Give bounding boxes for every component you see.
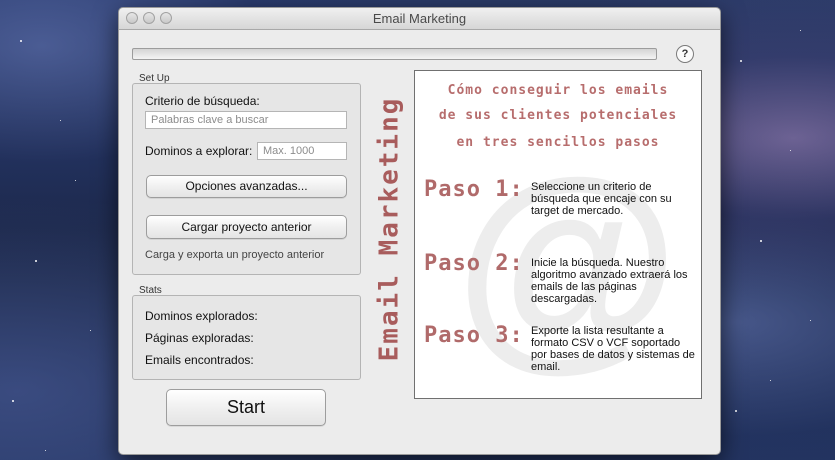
close-window-button[interactable] <box>126 12 138 24</box>
load-project-button[interactable]: Cargar proyecto anterior <box>146 215 347 239</box>
minimize-window-button[interactable] <box>143 12 155 24</box>
vertical-title-text: Email Marketing <box>374 96 404 362</box>
domains-label: Dominos a explorar: <box>145 144 253 158</box>
title-bar[interactable]: Email Marketing <box>119 8 720 30</box>
window-title: Email Marketing <box>372 11 467 26</box>
info-title-line-3: en tres sencillos pasos <box>456 135 660 150</box>
search-criteria-input[interactable] <box>145 111 347 129</box>
vertical-title: Email Marketing <box>359 68 419 390</box>
start-button[interactable]: Start <box>166 389 326 426</box>
domains-input[interactable] <box>257 142 347 160</box>
stats-emails: Emails encontrados: <box>145 353 254 367</box>
info-panel: @ Cómo conseguir los emails de sus clien… <box>414 70 702 399</box>
progress-bar <box>132 48 657 60</box>
criteria-label: Criterio de búsqueda: <box>145 94 260 108</box>
advanced-options-button[interactable]: Opciones avanzadas... <box>146 175 347 198</box>
app-window: Email Marketing ? Set Up Criterio de bús… <box>118 7 721 455</box>
info-title-line-1: Cómo conseguir los emails <box>447 83 669 98</box>
step-1-label: Paso 1: <box>424 177 524 202</box>
step-1-text: Seleccione un criterio de búsqueda que e… <box>531 181 672 217</box>
info-title-line-2: de sus clientes potenciales <box>438 108 678 123</box>
step-2-text: Inicie la búsqueda. Nuestro algoritmo av… <box>531 257 688 305</box>
stats-pages: Páginas exploradas: <box>145 331 254 345</box>
zoom-window-button[interactable] <box>160 12 172 24</box>
load-project-note: Carga y exporta un proyecto anterior <box>145 249 325 261</box>
step-3-label: Paso 3: <box>424 323 524 348</box>
help-button[interactable]: ? <box>676 45 694 63</box>
step-3-text: Exporte la lista resultante a formato CS… <box>531 325 695 373</box>
stats-domains: Dominos explorados: <box>145 309 258 323</box>
step-2-label: Paso 2: <box>424 251 524 276</box>
